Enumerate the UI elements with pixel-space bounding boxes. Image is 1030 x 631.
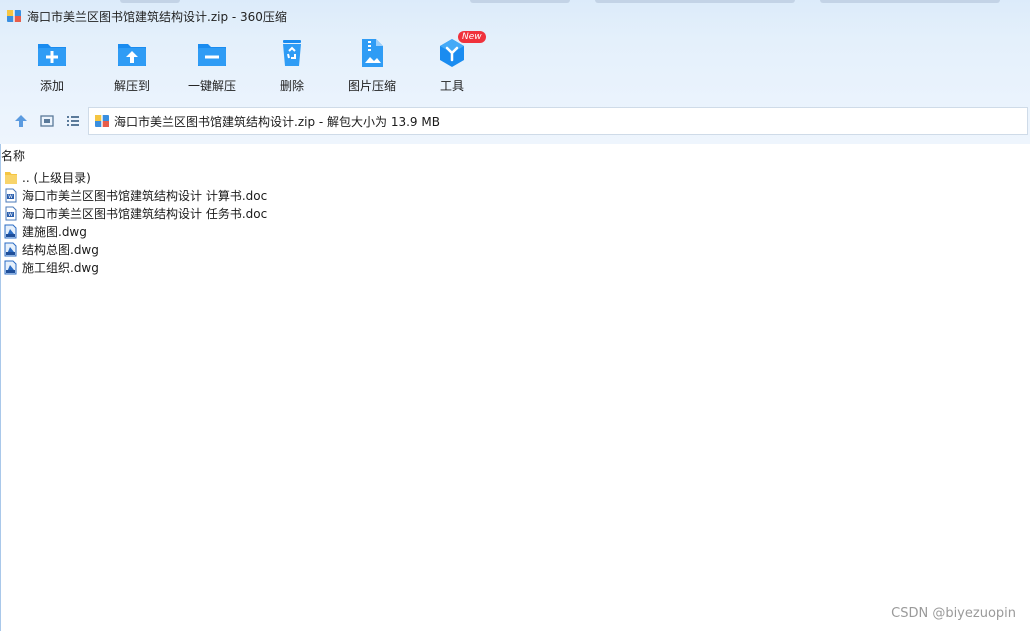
file-name: 结构总图.dwg [22,242,99,257]
list-item[interactable]: 结构总图.dwg [4,240,267,258]
navigation-buttons [8,110,86,132]
thumbnail-view-icon [40,115,54,127]
dwg-file-icon [4,224,17,238]
column-header-name[interactable]: 名称 [1,147,25,165]
folder-icon [5,171,17,184]
tab-strip-edge [820,0,1000,3]
list-item[interactable]: W 海口市美兰区图书馆建筑结构设计 任务书.doc [4,204,267,222]
list-view-icon [67,116,79,126]
quick-extract-label: 一键解压 [187,79,236,93]
address-text: 海口市美兰区图书馆建筑结构设计.zip - 解包大小为 13.9 MB [114,114,440,129]
new-badge: New [458,31,486,43]
address-bar[interactable]: 海口市美兰区图书馆建筑结构设计.zip - 解包大小为 13.9 MB [88,107,1028,135]
file-name: 施工组织.dwg [22,260,99,275]
file-rows: .. (上级目录) W 海口市美兰区图书馆建筑结构设计 计算书.doc W 海口… [4,168,267,276]
watermark: CSDN @biyezuopin [891,606,1016,621]
file-name: 建施图.dwg [22,224,87,239]
window-title: 海口市美兰区图书馆建筑结构设计.zip - 360压缩 [27,9,287,24]
thumbnail-view-button[interactable] [34,110,60,132]
quick-extract-icon [198,44,226,66]
image-compress-label: 图片压缩 [347,79,396,93]
tab-strip-edge [470,0,570,3]
up-button[interactable] [8,110,34,132]
svg-text:W: W [8,212,13,218]
extract-to-button[interactable]: 解压到 [92,36,172,98]
extract-folder-icon [118,44,146,66]
image-compress-icon [362,39,383,67]
list-item[interactable]: .. (上级目录) [4,168,267,186]
extract-to-label: 解压到 [113,79,150,93]
svg-text:W: W [8,194,13,200]
list-view-button[interactable] [60,110,86,132]
list-item[interactable]: 建施图.dwg [4,222,267,240]
file-list: 名称 .. (上级目录) W 海口市美兰区图书馆建筑结构设计 计算书.doc W… [0,144,1030,631]
list-item[interactable]: W 海口市美兰区图书馆建筑结构设计 计算书.doc [4,186,267,204]
doc-file-icon: W [5,206,17,220]
archive-icon [7,10,21,22]
file-name: 海口市美兰区图书馆建筑结构设计 任务书.doc [22,206,268,221]
dwg-file-icon [4,260,17,274]
archive-icon [95,115,109,127]
quick-extract-button[interactable]: 一键解压 [172,36,252,98]
file-name: .. (上级目录) [22,170,91,185]
up-arrow-icon [15,115,27,127]
add-folder-icon [38,44,66,66]
main-toolbar: 添加 解压到 一键解压 删除 图片压缩 工具 New [12,31,492,98]
add-button[interactable]: 添加 [12,36,92,98]
tab-strip-edge [120,0,180,3]
dwg-file-icon [4,242,17,256]
image-compress-button[interactable]: 图片压缩 [332,36,412,98]
file-name: 海口市美兰区图书馆建筑结构设计 计算书.doc [22,188,268,203]
delete-button[interactable]: 删除 [252,36,332,98]
tools-button[interactable]: 工具 New [412,31,492,98]
add-label: 添加 [39,79,64,93]
title-bar: 海口市美兰区图书馆建筑结构设计.zip - 360压缩 [6,6,287,26]
recycle-bin-icon [283,40,301,66]
tools-label: 工具 [439,79,464,93]
doc-file-icon: W [5,188,17,202]
delete-label: 删除 [279,79,304,93]
tab-strip-edge [595,0,795,3]
list-item[interactable]: 施工组织.dwg [4,258,267,276]
